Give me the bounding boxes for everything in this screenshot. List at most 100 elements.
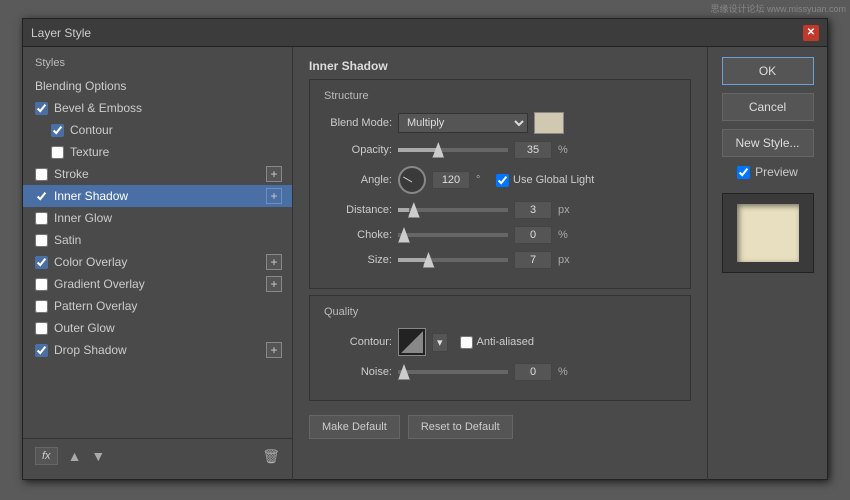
angle-row: Angle: ° Use Global Light — [322, 166, 678, 194]
drop-shadow-label: Drop Shadow — [54, 343, 127, 357]
anti-aliased-label: Anti-aliased — [477, 336, 534, 348]
color-overlay-label: Color Overlay — [54, 255, 127, 269]
new-style-button[interactable]: New Style... — [722, 129, 814, 157]
noise-row: Noise: % — [322, 363, 678, 381]
blend-mode-row: Blend Mode: Multiply Normal Dissolve Scr… — [322, 112, 678, 134]
bevel-emboss-checkbox[interactable] — [35, 102, 48, 115]
inner-shadow-add-button[interactable]: + — [266, 188, 282, 204]
ok-button[interactable]: OK — [722, 57, 814, 85]
distance-input[interactable] — [514, 201, 552, 219]
distance-row: Distance: px — [322, 201, 678, 219]
sidebar-item-gradient-overlay[interactable]: Gradient Overlay + — [23, 273, 292, 295]
structure-subtitle: Structure — [322, 90, 678, 102]
angle-label: Angle: — [322, 174, 392, 186]
opacity-unit: % — [558, 144, 572, 156]
outer-glow-checkbox[interactable] — [35, 322, 48, 335]
bevel-emboss-label: Bevel & Emboss — [54, 101, 142, 115]
reset-to-default-button[interactable]: Reset to Default — [408, 415, 513, 439]
choke-label: Choke: — [322, 229, 392, 241]
stroke-add-button[interactable]: + — [266, 166, 282, 182]
color-overlay-add-button[interactable]: + — [266, 254, 282, 270]
make-default-button[interactable]: Make Default — [309, 415, 400, 439]
sidebar-item-pattern-overlay[interactable]: Pattern Overlay — [23, 295, 292, 317]
close-button[interactable]: ✕ — [803, 25, 819, 41]
choke-input[interactable] — [514, 226, 552, 244]
preview-thumbnail — [737, 204, 799, 262]
blending-options-label: Blending Options — [35, 79, 126, 93]
angle-unit: ° — [476, 174, 490, 186]
distance-slider[interactable] — [398, 208, 508, 212]
delete-button[interactable]: 🗑 — [262, 448, 280, 465]
pattern-overlay-checkbox[interactable] — [35, 300, 48, 313]
styles-panel: Styles Blending Options Bevel & Emboss C… — [23, 47, 293, 481]
color-overlay-checkbox[interactable] — [35, 256, 48, 269]
sidebar-item-bevel-emboss[interactable]: Bevel & Emboss — [23, 97, 292, 119]
sidebar-item-blending-options[interactable]: Blending Options — [23, 75, 292, 97]
right-panel: OK Cancel New Style... Preview — [707, 47, 827, 481]
sidebar-item-contour[interactable]: Contour — [23, 119, 292, 141]
satin-label: Satin — [54, 233, 81, 247]
blend-mode-select[interactable]: Multiply Normal Dissolve Screen Overlay — [398, 113, 528, 133]
preview-box — [722, 193, 814, 273]
blend-mode-label: Blend Mode: — [322, 117, 392, 129]
sidebar-item-satin[interactable]: Satin — [23, 229, 292, 251]
angle-input[interactable] — [432, 171, 470, 189]
fx-button[interactable]: fx — [35, 447, 58, 465]
sidebar-item-color-overlay[interactable]: Color Overlay + — [23, 251, 292, 273]
stroke-checkbox[interactable] — [35, 168, 48, 181]
angle-needle — [403, 177, 412, 183]
sidebar-item-stroke[interactable]: Stroke + — [23, 163, 292, 185]
satin-checkbox[interactable] — [35, 234, 48, 247]
size-slider[interactable] — [398, 258, 508, 262]
global-light-check: Use Global Light — [496, 174, 594, 187]
noise-slider[interactable] — [398, 370, 508, 374]
pattern-overlay-label: Pattern Overlay — [54, 299, 137, 313]
gradient-overlay-add-button[interactable]: + — [266, 276, 282, 292]
size-input[interactable] — [514, 251, 552, 269]
bottom-icons-row: fx ▲ ▼ 🗑 — [23, 438, 292, 473]
title-bar: Layer Style ✕ — [23, 19, 827, 47]
noise-input[interactable] — [514, 363, 552, 381]
drop-shadow-checkbox[interactable] — [35, 344, 48, 357]
opacity-slider[interactable] — [398, 148, 508, 152]
inner-shadow-checkbox[interactable] — [35, 190, 48, 203]
distance-unit: px — [558, 204, 572, 216]
inner-glow-checkbox[interactable] — [35, 212, 48, 225]
opacity-input[interactable] — [514, 141, 552, 159]
main-settings-panel: Inner Shadow Structure Blend Mode: Multi… — [293, 47, 707, 481]
stroke-label: Stroke — [54, 167, 89, 181]
opacity-row: Opacity: % — [322, 141, 678, 159]
action-buttons-row: Make Default Reset to Default — [309, 415, 691, 439]
anti-aliased-check: Anti-aliased — [460, 336, 534, 349]
watermark: 思缘设计论坛 www.missyuan.com — [710, 2, 846, 15]
gradient-overlay-checkbox[interactable] — [35, 278, 48, 291]
blend-color-swatch[interactable] — [534, 112, 564, 134]
sidebar-item-outer-glow[interactable]: Outer Glow — [23, 317, 292, 339]
sidebar-item-drop-shadow[interactable]: Drop Shadow + — [23, 339, 292, 361]
angle-dial[interactable] — [398, 166, 426, 194]
size-row: Size: px — [322, 251, 678, 269]
sidebar-item-inner-shadow[interactable]: Inner Shadow + — [23, 185, 292, 207]
choke-row: Choke: % — [322, 226, 678, 244]
global-light-checkbox[interactable] — [496, 174, 509, 187]
contour-thumbnail[interactable] — [398, 328, 426, 356]
contour-checkbox[interactable] — [51, 124, 64, 137]
contour-row: Contour: ▾ Anti-aliased — [322, 328, 678, 356]
move-up-button[interactable]: ▲ — [68, 448, 82, 464]
drop-shadow-add-button[interactable]: + — [266, 342, 282, 358]
structure-box: Structure Blend Mode: Multiply Normal Di… — [309, 79, 691, 289]
preview-checkbox[interactable] — [737, 166, 750, 179]
distance-label: Distance: — [322, 204, 392, 216]
cancel-button[interactable]: Cancel — [722, 93, 814, 121]
sidebar-item-texture[interactable]: Texture — [23, 141, 292, 163]
sidebar-item-inner-glow[interactable]: Inner Glow — [23, 207, 292, 229]
quality-section: Quality Contour: ▾ Anti-aliased — [309, 295, 691, 401]
anti-aliased-checkbox[interactable] — [460, 336, 473, 349]
size-label: Size: — [322, 254, 392, 266]
move-down-button[interactable]: ▼ — [91, 448, 105, 464]
contour-dropdown-button[interactable]: ▾ — [432, 333, 448, 352]
texture-checkbox[interactable] — [51, 146, 64, 159]
dialog-title: Layer Style — [31, 26, 91, 40]
choke-slider[interactable] — [398, 233, 508, 237]
contour-label: Contour — [70, 123, 113, 137]
